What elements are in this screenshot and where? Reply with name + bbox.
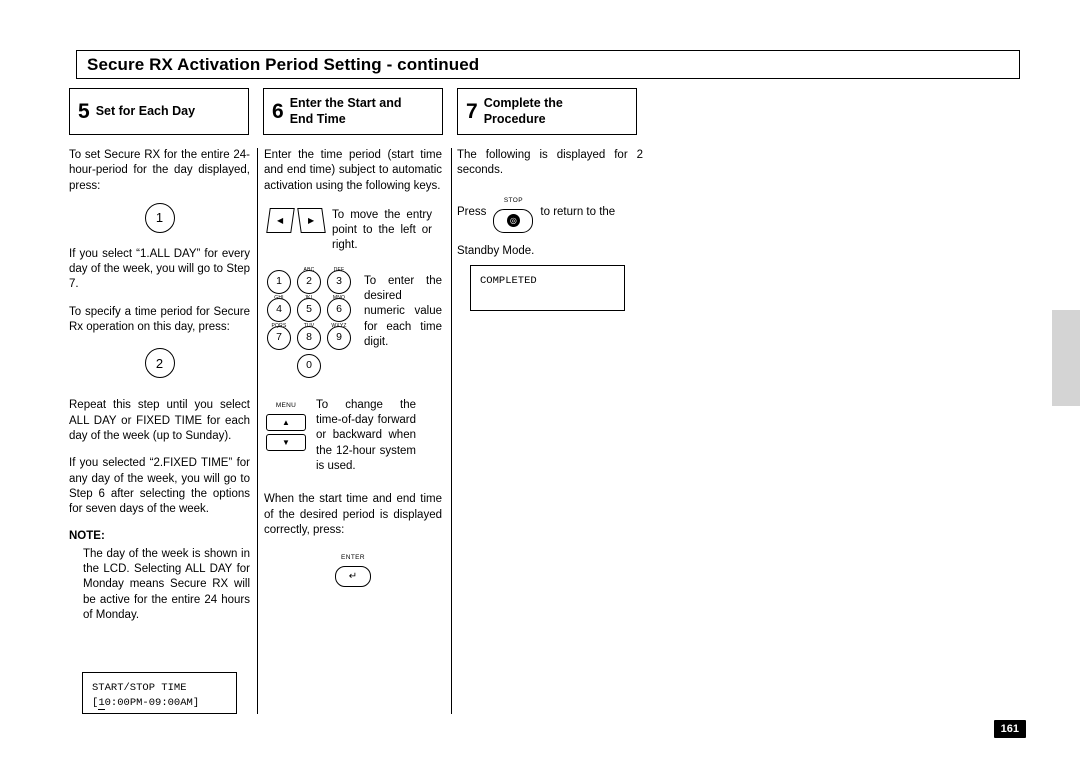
arrow-left-glyph: ◀ [277,215,284,225]
menu-key-label: MENU [275,401,297,409]
after-key-text: to return to the [540,206,616,219]
keypad-cell: PQRS 7 [264,323,294,350]
column-separator-1 [256,148,258,714]
col1-paragraph-3: To specify a time period for Secure Rx o… [69,305,250,334]
enter-key-icon: ↵ [335,566,371,588]
step-label-7-line1: Complete the [483,95,563,110]
keypad-key-2-icon: 2 [144,348,175,379]
arrow-keys-figure: ◀ ▶ [266,207,326,233]
keypad-key-9-icon: WXYZ 9 [327,323,351,350]
keypad-key-8-sub: TUV [303,322,315,329]
col1-paragraph-1: To set Secure RX for the entire 24-hour-… [69,149,250,192]
column-separator-2 [450,148,452,714]
keypad-key-9-sub: WXYZ [331,322,347,329]
column-step5: To set Secure RX for the entire 24-hour-… [69,148,250,623]
keypad-key-6-sub: MNO [332,294,346,301]
stop-key-label: STOP [503,196,523,204]
menu-down-glyph: ▼ [282,437,290,447]
keypad-key-7-sub: PQRS [271,322,287,329]
note-body: The day of the week is shown in the LCD.… [83,547,250,621]
keypad-key-1-digit: 1 [276,275,282,288]
keypad-key-4-sub: GHI [274,294,284,301]
page-number: 161 [993,720,1026,738]
arrow-left-key-icon: ◀ [266,207,295,233]
step-header-5: 5 Set for Each Day [69,88,249,135]
keypad-cell: WXYZ 9 [324,323,354,350]
step-label-7-line2: Procedure [483,111,546,126]
side-thumb-tab [1052,310,1080,406]
column-step6: Enter the time period (start time and en… [264,148,442,588]
lcd-completed-line: COMPLETED [480,275,537,287]
arrow-keys-figure-row: ◀ ▶ To move the entry point to the left … [264,207,442,254]
step-header-6: 6 Enter the Start and End Time [263,88,443,135]
menu-keys-figure-row: MENU ▲ ▼ To change the time-of-day forwa… [264,398,442,474]
col1-paragraph-5: If you selected “2.FIXED TIME” for any d… [69,457,250,516]
step-label-6-line1: Enter the Start and [289,95,402,110]
step-number-6: 6 [272,100,284,123]
keypad-description: To enter the desired numeric value for e… [364,274,442,348]
keypad-key-1-icon: 1 [144,202,175,233]
keypad-key-7-icon: PQRS 7 [267,323,291,350]
col1-paragraph-2: If you select “1.ALL DAY” for every day … [69,247,250,291]
menu-up-key-icon: ▲ [266,414,306,432]
menu-up-glyph: ▲ [282,417,290,427]
lcd-line-2: [10:00PM-09:00AM] [92,696,227,711]
keypad-row-4: 0 [264,353,354,382]
stop-key-dot: ◎ [506,214,520,228]
step-label-6: Enter the Start and End Time [290,96,402,127]
keypad-cell [324,354,354,378]
col3-paragraph-1: The following is displayed for 2 seconds… [457,149,643,177]
stop-key-icon: ◎ [493,208,534,233]
col3-paragraph-2: Standby Mode. [457,244,535,257]
lcd-line-1: START/STOP TIME [92,682,187,694]
keypad-cell: TUV 8 [294,323,324,350]
numeric-keypad-figure: 1 ABC 2 DEF 3 GHI 4 JKL 5 MNO 6 PQRS 7 TUV 8 WX… [264,267,354,382]
stop-key-figure: STOP ◎ [493,193,534,233]
arrow-right-glyph: ▶ [308,215,315,225]
menu-keys-figure: MENU ▲ ▼ [266,398,306,454]
enter-key-glyph: ↵ [348,571,358,583]
note-heading-text: NOTE [69,530,101,543]
column-step7: The following is displayed for 2 seconds… [457,148,643,271]
keypad-key-8-icon: TUV 8 [297,323,321,350]
step-number-7: 7 [466,100,478,123]
note-heading: NOTE: [69,529,250,544]
key-graphic-2: 2 [69,348,250,379]
keypad-key-5-sub: JKL [304,294,314,301]
keypad-figure-row: 1 ABC 2 DEF 3 GHI 4 JKL 5 MNO 6 PQRS 7 TUV 8 WX… [264,267,442,382]
col2-paragraph-end: When the start time and end time of the … [264,493,442,536]
keypad-key-3-sub: DEF [333,266,345,273]
step-label-5: Set for Each Day [95,103,196,118]
lcd-line-2-rest: 0:00PM-09:00AM] [104,697,200,709]
note-heading-colon: : [100,530,105,543]
col2-paragraph-1: Enter the time period (start time and en… [264,149,442,192]
document-page: Secure RX Activation Period Setting - co… [0,0,1080,763]
step-label-7: Complete the Procedure [484,96,563,127]
press-word: Press [457,206,487,219]
step-number-5: 5 [78,100,90,123]
enter-key-label: ENTER [340,554,366,562]
keypad-key-0-digit: 0 [306,359,312,372]
menu-down-key-icon: ▼ [266,434,306,452]
enter-key-figure: ENTER ↵ [264,550,442,588]
keypad-key-2-sub: ABC [303,266,315,273]
page-title-bar: Secure RX Activation Period Setting - co… [76,50,1020,79]
keypad-row-3: PQRS 7 TUV 8 WXYZ 9 [264,323,354,354]
keypad-key-0-icon: 0 [297,353,321,378]
stop-key-instruction-row: Press STOP ◎ to return to the [457,193,643,233]
arrow-keys-description: To move the entry point to the left or r… [332,208,432,252]
lcd-display-start-stop-time: START/STOP TIME [10:00PM-09:00AM] [82,672,237,714]
page-title: Secure RX Activation Period Setting - co… [87,54,480,74]
arrow-right-key-icon: ▶ [297,207,326,233]
step-label-6-line2: End Time [289,111,346,126]
keypad-cell [264,354,294,378]
step-header-7: 7 Complete the Procedure [457,88,637,135]
key-graphic-1: 1 [69,202,250,233]
col1-paragraph-4: Repeat this step until you select ALL DA… [69,399,250,442]
menu-keys-description: To change the time-of-day forward or bac… [316,398,416,472]
keypad-cell: 0 [294,353,324,378]
lcd-display-completed: COMPLETED [470,265,625,311]
